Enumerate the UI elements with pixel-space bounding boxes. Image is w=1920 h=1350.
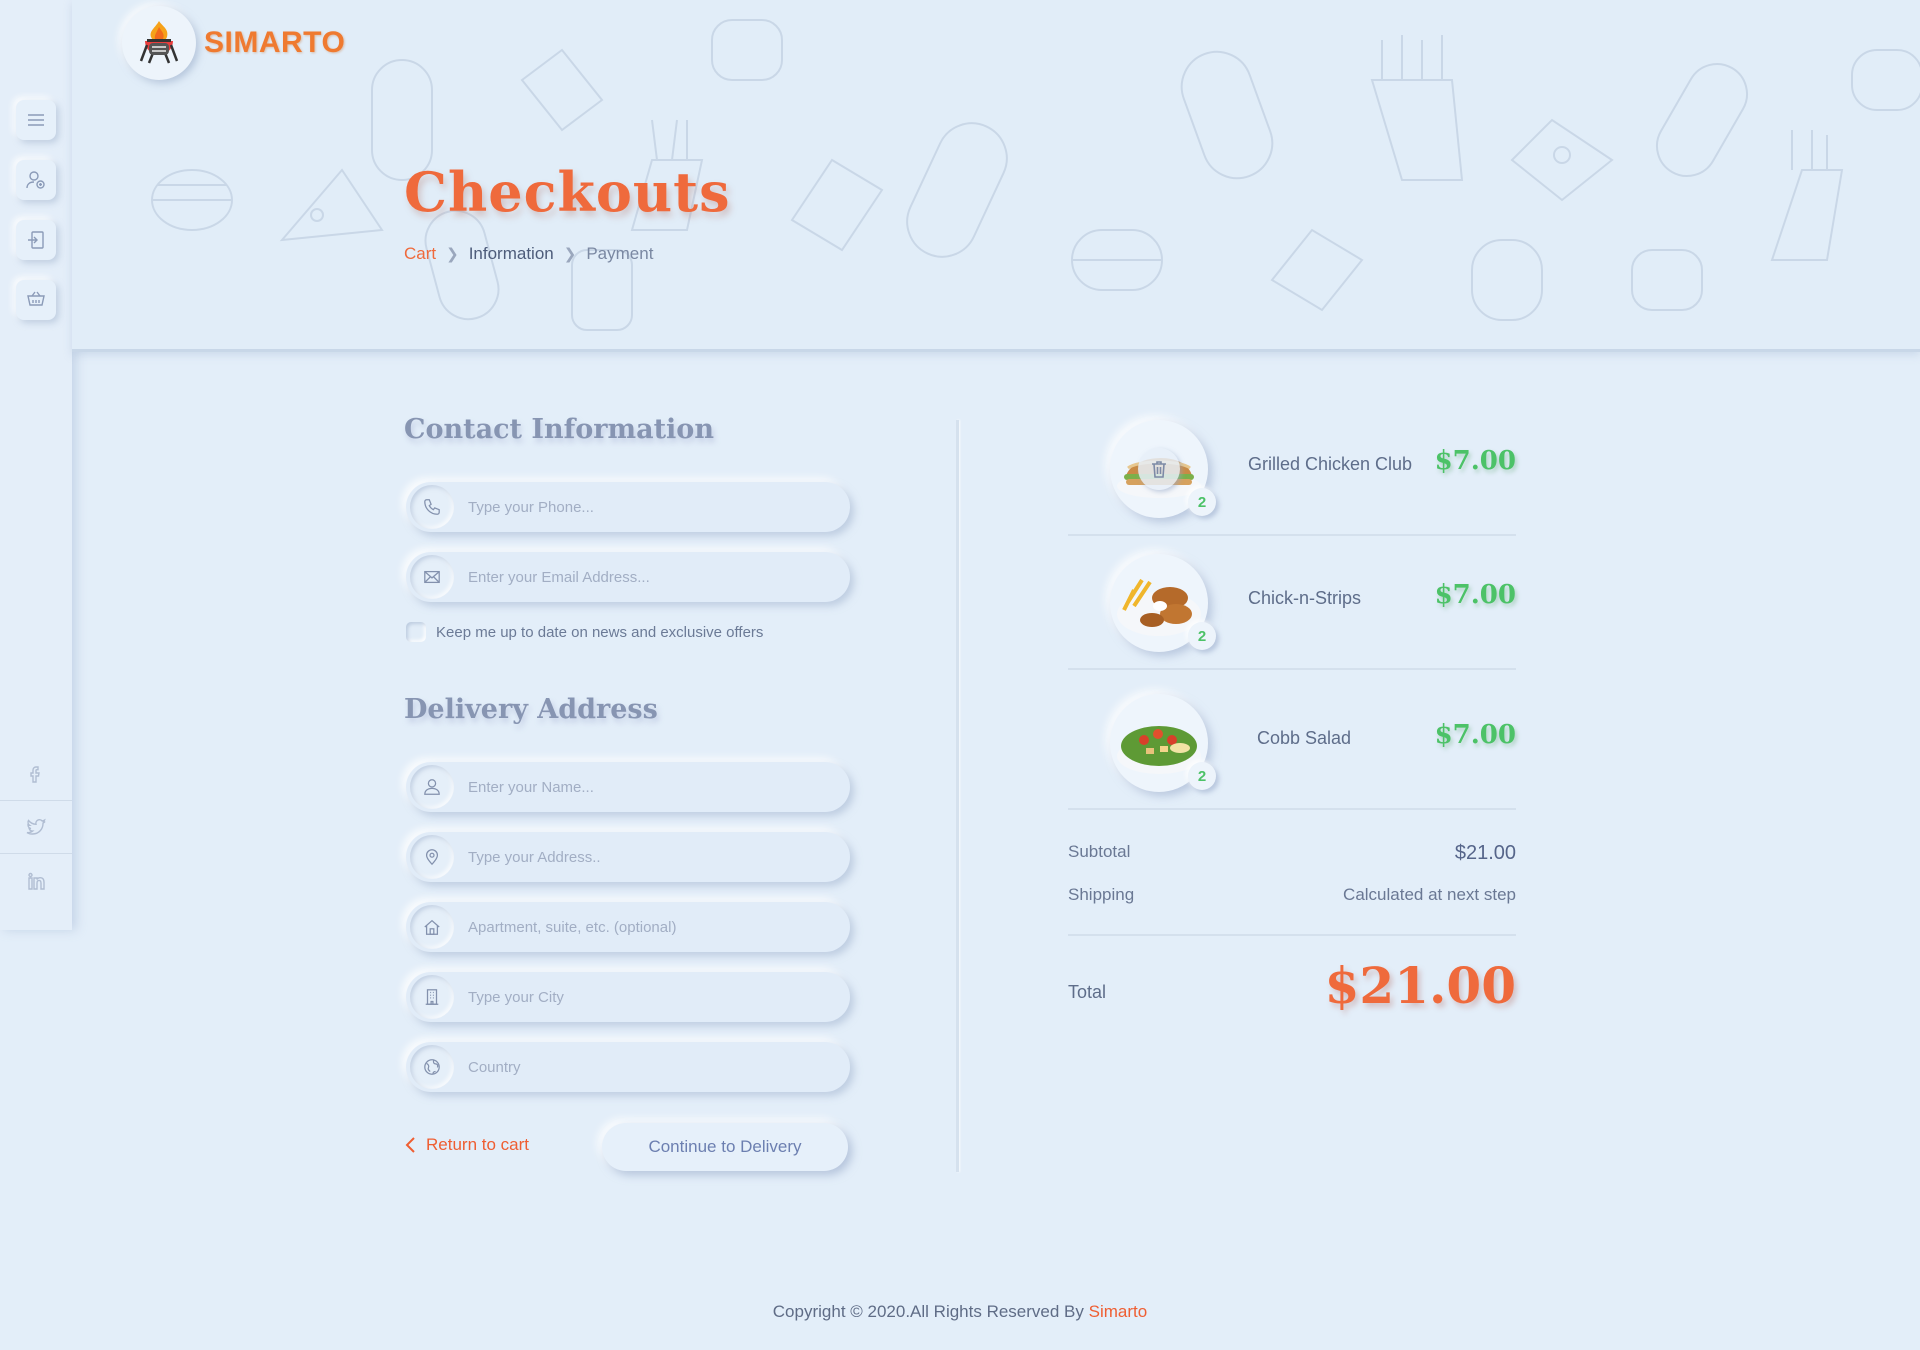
page-header: SIMARTO Checkouts Cart ❯ Information ❯ P… — [72, 0, 1920, 352]
delivery-section-title: Delivery Address — [404, 694, 658, 725]
envelope-icon — [410, 555, 454, 599]
location-pin-icon — [410, 835, 454, 879]
name-input[interactable] — [468, 778, 828, 796]
item-quantity-badge: 2 — [1188, 762, 1216, 790]
address-field[interactable] — [406, 832, 850, 882]
brand-logo[interactable]: SIMARTO — [122, 6, 345, 80]
breadcrumb-payment[interactable]: Payment — [586, 244, 653, 264]
column-divider — [956, 420, 959, 1172]
country-field[interactable] — [406, 1042, 850, 1092]
order-item: 2 Grilled Chicken Club $7.00 — [1068, 402, 1516, 536]
account-button[interactable] — [16, 160, 56, 200]
brand-name: SIMARTO — [204, 26, 346, 59]
twitter-icon — [26, 818, 46, 835]
return-to-cart-link[interactable]: Return to cart — [404, 1135, 529, 1155]
chevron-right-icon: ❯ — [563, 246, 577, 263]
newsletter-checkbox[interactable] — [406, 622, 426, 642]
globe-icon — [410, 1045, 454, 1089]
contact-section-title: Contact Information — [404, 414, 714, 445]
city-field[interactable] — [406, 972, 850, 1022]
twitter-link[interactable] — [0, 801, 72, 854]
newsletter-label: Keep me up to date on news and exclusive… — [436, 623, 764, 641]
shipping-row: Shipping Calculated at next step — [1068, 885, 1516, 905]
linkedin-link[interactable] — [0, 854, 72, 907]
order-item: 2 Chick-n-Strips $7.00 — [1068, 536, 1516, 670]
breadcrumb-information[interactable]: Information — [469, 244, 554, 264]
item-name: Grilled Chicken Club — [1248, 454, 1413, 474]
menu-button[interactable] — [16, 100, 56, 140]
breadcrumb-cart[interactable]: Cart — [404, 244, 436, 264]
menu-icon — [28, 114, 44, 126]
trash-icon — [1152, 461, 1166, 478]
copyright-text: Copyright © 2020.All Rights Reserved By — [772, 1302, 1084, 1321]
item-price: $7.00 — [1434, 580, 1516, 610]
user-icon — [410, 765, 454, 809]
login-icon — [28, 231, 44, 249]
item-name: Chick-n-Strips — [1248, 588, 1362, 608]
email-input[interactable] — [468, 568, 828, 586]
page-title: Checkouts — [404, 160, 731, 224]
user-add-icon — [26, 171, 45, 189]
chevron-right-icon: ❯ — [446, 246, 459, 263]
email-field[interactable] — [406, 552, 850, 602]
cart-icon — [27, 291, 45, 306]
apartment-input[interactable] — [468, 918, 828, 936]
cart-button[interactable] — [16, 280, 56, 320]
name-field[interactable] — [406, 762, 850, 812]
address-input[interactable] — [468, 848, 828, 866]
subtotal-row: Subtotal $21.00 — [1068, 842, 1516, 865]
return-to-cart-label: Return to cart — [426, 1135, 529, 1154]
shipping-value: Calculated at next step — [1343, 885, 1516, 904]
building-icon — [410, 975, 454, 1019]
footer: Copyright © 2020.All Rights Reserved By … — [0, 1302, 1920, 1322]
item-quantity-badge: 2 — [1188, 622, 1216, 650]
grill-logo-icon — [122, 6, 196, 80]
summary-divider — [1068, 934, 1516, 936]
facebook-icon — [30, 766, 40, 783]
phone-input[interactable] — [468, 498, 828, 516]
continue-to-delivery-button[interactable]: Continue to Delivery — [602, 1123, 848, 1171]
home-icon — [410, 905, 454, 949]
newsletter-option[interactable]: Keep me up to date on news and exclusive… — [406, 622, 763, 642]
chevron-left-icon — [405, 1137, 415, 1153]
shipping-label: Shipping — [1068, 885, 1135, 904]
remove-item-button[interactable] — [1138, 448, 1180, 490]
country-input[interactable] — [468, 1058, 828, 1076]
linkedin-icon — [28, 872, 45, 890]
sidebar — [0, 0, 72, 930]
subtotal-label: Subtotal — [1068, 842, 1131, 861]
phone-icon — [410, 485, 454, 529]
food-doodle-background — [72, 0, 1920, 349]
item-quantity-badge: 2 — [1188, 488, 1216, 516]
phone-field[interactable] — [406, 482, 850, 532]
footer-brand-link[interactable]: Simarto — [1089, 1302, 1148, 1321]
total-value: $21.00 — [1324, 956, 1516, 1015]
login-button[interactable] — [16, 220, 56, 260]
subtotal-value: $21.00 — [1454, 842, 1516, 864]
apartment-field[interactable] — [406, 902, 850, 952]
breadcrumb: Cart ❯ Information ❯ Payment — [404, 244, 653, 264]
order-item: 2 Cobb Salad $7.00 — [1068, 676, 1516, 810]
facebook-link[interactable] — [0, 748, 72, 801]
total-label: Total — [1068, 982, 1107, 1002]
item-price: $7.00 — [1434, 446, 1516, 476]
city-input[interactable] — [468, 988, 828, 1006]
item-name: Cobb Salad — [1257, 728, 1352, 748]
item-price: $7.00 — [1434, 720, 1516, 750]
